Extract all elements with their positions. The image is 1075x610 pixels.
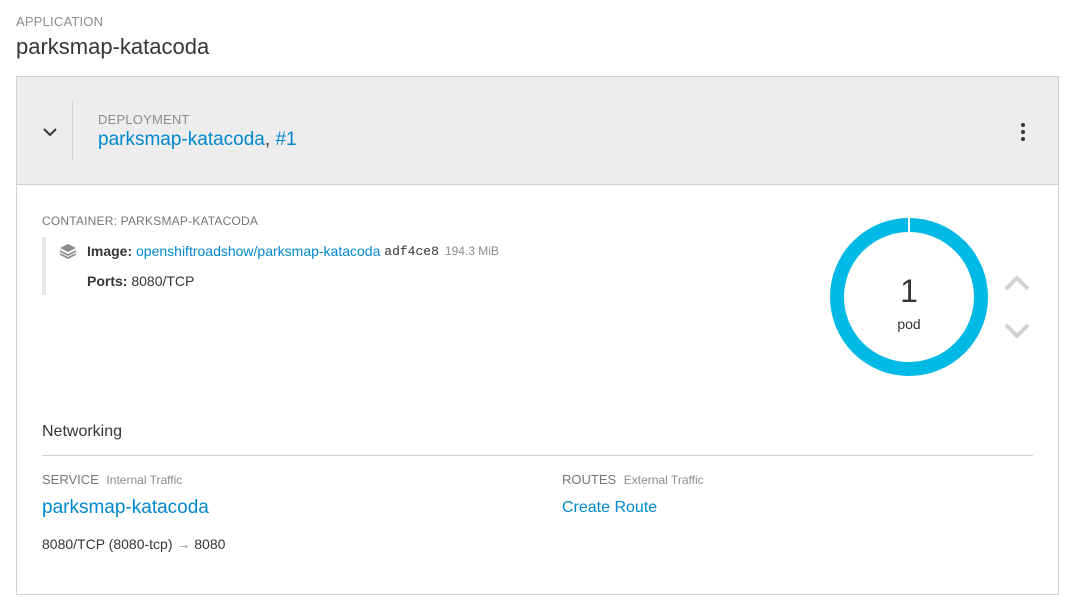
pod-count: 1	[900, 273, 918, 309]
image-name-link[interactable]: openshiftroadshow/parksmap-katacoda	[136, 243, 380, 259]
kebab-icon[interactable]	[1013, 117, 1033, 147]
service-name-link[interactable]: parksmap-katacoda	[42, 497, 209, 519]
pod-label: pod	[897, 316, 921, 332]
routes-heading-label: ROUTES	[562, 472, 617, 487]
create-route-link[interactable]: Create Route	[562, 499, 657, 517]
arrow-right-icon: →	[176, 536, 191, 552]
service-heading-label: SERVICE	[42, 472, 99, 487]
container-accent-bar	[42, 237, 46, 295]
service-ports-from: 8080/TCP (8080-tcp)	[42, 536, 173, 552]
deployment-title: parksmap-katacoda, #1	[98, 129, 297, 151]
networking-title: Networking	[42, 423, 123, 440]
deployment-revision-link[interactable]: #1	[275, 129, 296, 150]
chevron-down-icon[interactable]	[1002, 319, 1032, 343]
ports-label: Ports:	[87, 273, 128, 289]
header-divider	[72, 101, 73, 159]
service-heading: SERVICE Internal Traffic	[42, 472, 182, 487]
deployment-card: DEPLOYMENT parksmap-katacoda, #1 CONTAIN…	[16, 76, 1059, 595]
service-ports-to: 8080	[194, 536, 226, 552]
service-heading-sub: Internal Traffic	[106, 473, 183, 487]
service-ports: 8080/TCP (8080-tcp) → 8080	[42, 536, 225, 552]
networking-divider	[42, 455, 1033, 456]
routes-heading: ROUTES External Traffic	[562, 472, 704, 487]
deployment-separator: ,	[264, 129, 271, 150]
container-label: CONTAINER: PARKSMAP-KATACODA	[42, 214, 259, 228]
deployment-label: DEPLOYMENT	[98, 112, 190, 127]
deployment-header: DEPLOYMENT parksmap-katacoda, #1	[17, 77, 1058, 185]
image-hash: adf4ce8	[384, 243, 439, 259]
application-name: parksmap-katacoda	[16, 34, 210, 59]
image-label: Image:	[87, 243, 133, 259]
collapse-button[interactable]	[35, 117, 65, 147]
deployment-name-link[interactable]: parksmap-katacoda	[98, 129, 265, 150]
ports-row: Ports: 8080/TCP	[87, 273, 194, 289]
application-label: APPLICATION	[16, 14, 104, 29]
routes-heading-sub: External Traffic	[623, 473, 704, 487]
layers-icon	[59, 244, 77, 259]
chevron-up-icon[interactable]	[1002, 271, 1032, 295]
image-size: 194.3 MiB	[444, 244, 499, 258]
image-row: Image: openshiftroadshow/parksmap-kataco…	[59, 243, 499, 259]
chevron-down-icon	[43, 128, 57, 137]
ports-value: 8080/TCP	[131, 273, 195, 289]
